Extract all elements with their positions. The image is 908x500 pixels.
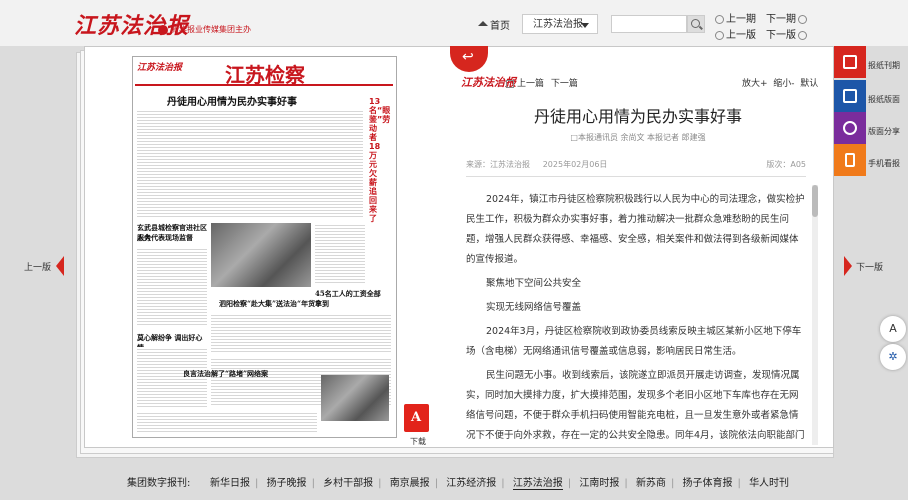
article-text-block[interactable] (315, 223, 365, 283)
sidebar-label[interactable]: 报纸版面 (868, 94, 900, 105)
article-meta: 来源：江苏法治报 2025年02月06日 版次：A05 (466, 159, 806, 177)
square-icon (506, 79, 514, 88)
zoom-controls: 放大+ 缩小- 默认 (742, 76, 818, 89)
newspaper-page[interactable]: 江苏法治报 江苏检察 丹徒用心用情为民办实事好事 13名“眼鉴”劳动者18万元欠… (132, 56, 397, 438)
footer-links: 新华日报 | 扬子晚报 | 乡村干部报 | 南京晨报 | 江苏经济报 | 江苏法治报 | 江… (210, 474, 789, 490)
group-sublogo: 新华报业传媒集团主办 (158, 24, 251, 35)
phone-icon (845, 153, 855, 167)
footer-link[interactable]: 扬子晚报 (267, 474, 307, 489)
footer-link[interactable]: 乡村干部报 (323, 474, 373, 489)
search-input[interactable] (611, 15, 687, 33)
pdf-download-icon[interactable] (404, 404, 429, 432)
newspaper-masthead: 江苏法治报 (137, 63, 183, 73)
article-nav: 上一篇 下一篇 (506, 76, 578, 89)
zoom-out-button[interactable]: 缩小- (773, 79, 794, 89)
next-page-side-label[interactable]: 下一版 (856, 260, 883, 273)
article-byline: □本报通讯员 余尚文 本报记者 郎建强 (570, 133, 706, 142)
share-icon (843, 121, 857, 135)
footer-link[interactable]: 江苏经济报 (446, 474, 496, 489)
article-paragraph: 2024年，镇江市丹徒区检察院积极践行以人民为中心的司法理念，做实检护民生工作，… (466, 194, 805, 265)
chevron-down-icon (581, 23, 589, 28)
article-paragraph: 民生问题无小事。收到线索后，该院遂立即派员开展走访调查，发现情况属实，同时加大摸… (466, 370, 805, 440)
next-page-link[interactable]: 下一版 (766, 26, 809, 41)
article-title: 丹徒用心用情为民办实事好事 (533, 107, 742, 126)
search-button[interactable] (687, 15, 705, 33)
masthead-rule (135, 84, 393, 86)
sidebar-label[interactable]: 报纸刊期 (868, 60, 900, 71)
footer-link[interactable]: 南京晨报 (390, 474, 430, 489)
paper-select-value: 江苏法治报 (533, 19, 583, 30)
footer-link-active[interactable]: 江苏法治报 (512, 474, 563, 490)
article-paragraph: 2024年3月，丹徒区检察院收到政协委员线索反映主城区某新小区地下停车场（含电梯… (466, 326, 802, 357)
home-icon (478, 20, 488, 26)
prev-issue-link[interactable]: 上一期 (713, 10, 756, 25)
circle-icon (715, 30, 724, 40)
top-bar: 江苏法治报 新华报业传媒集团主办 首页 江苏法治报 上一期 下一期 上一版 下一… (0, 0, 908, 46)
prev-page-label: 上一版 (726, 30, 756, 41)
news-photo[interactable] (321, 375, 389, 421)
sub-headline[interactable]: 泗阳检察“赴大集”送法治“年货” (219, 299, 369, 309)
accessibility-icon[interactable]: ✲ (880, 344, 906, 370)
footer-link[interactable]: 扬子体育报 (683, 474, 733, 489)
article-text-block[interactable] (137, 109, 363, 219)
home-label: 首页 (490, 21, 510, 32)
zoom-default-button[interactable]: 默认 (800, 79, 818, 89)
prev-page-side-label[interactable]: 上一版 (24, 260, 51, 273)
next-page-label: 下一版 (766, 30, 796, 41)
next-article-link[interactable]: 下一篇 (551, 79, 578, 89)
zoom-in-button[interactable]: 放大+ (742, 79, 768, 89)
prev-page-link[interactable]: 上一版 (713, 26, 756, 41)
article-subheading: 实现无线网络信号覆盖 (486, 302, 582, 313)
download-label[interactable]: 下载 (410, 436, 426, 447)
calendar-icon (843, 55, 857, 69)
paper-select[interactable]: 江苏法治报 (522, 14, 598, 34)
footer: 集团数字报刊: 新华日报 | 扬子晚报 | 乡村干部报 | 南京晨报 | 江苏经济报 | … (0, 464, 908, 500)
prev-issue-label: 上一期 (726, 14, 756, 25)
sidebar-label[interactable]: 版面分享 (868, 126, 900, 137)
news-photo[interactable] (211, 223, 311, 287)
prev-article-link[interactable]: 上一篇 (517, 79, 544, 89)
article-source: 来源：江苏法治报 (466, 160, 530, 169)
mobile-read-button[interactable] (834, 144, 866, 176)
sidebar-label[interactable]: 手机看报 (868, 158, 900, 169)
circle-icon (715, 14, 724, 24)
article-edition: 版次：A05 (766, 160, 806, 169)
sublogo-text: 新华报业传媒集团主办 (171, 25, 251, 34)
home-link[interactable]: 首页 (478, 17, 510, 32)
footer-link[interactable]: 新苏商 (636, 474, 666, 489)
circle-icon (798, 14, 807, 24)
sub-headline[interactable]: 人大代表现场监督 (137, 233, 207, 243)
article-text-block[interactable] (137, 247, 207, 327)
chevron-left-icon[interactable] (56, 256, 64, 276)
article-text-block[interactable] (211, 313, 391, 353)
next-issue-link[interactable]: 下一期 (766, 10, 809, 25)
footer-link[interactable]: 华人时刊 (749, 474, 789, 489)
article-text-block[interactable] (137, 411, 317, 433)
group-logo-icon (158, 24, 168, 35)
sub-headline[interactable]: 良言法治解了“路堵”网络案 (183, 369, 333, 379)
vertical-headline[interactable]: 13名“眼鉴”劳动者18万元欠薪追回来了 (369, 97, 390, 223)
footer-label: 集团数字报刊: (127, 478, 191, 489)
issue-calendar-button[interactable] (834, 46, 866, 78)
scrollbar-thumb[interactable] (812, 185, 818, 217)
translate-icon[interactable]: A (880, 316, 906, 342)
article-scrollbar[interactable] (812, 185, 818, 445)
circle-icon (798, 30, 807, 40)
article-subheading: 聚焦地下空间公共安全 (486, 278, 582, 289)
footer-link[interactable]: 江南时报 (579, 474, 619, 489)
share-button[interactable] (834, 112, 866, 144)
article-body: 2024年，镇江市丹徒区检察院积极践行以人民为中心的司法理念，做实检护民生工作，… (466, 190, 806, 440)
chevron-right-icon[interactable] (844, 256, 852, 276)
list-icon (843, 89, 857, 103)
footer-link[interactable]: 新华日报 (210, 474, 250, 489)
page-list-button[interactable] (834, 80, 866, 112)
next-issue-label: 下一期 (766, 14, 796, 25)
newspaper-headline[interactable]: 丹徒用心用情为民办实事好事 (167, 93, 297, 108)
article-date: 2025年02月06日 (542, 160, 608, 169)
